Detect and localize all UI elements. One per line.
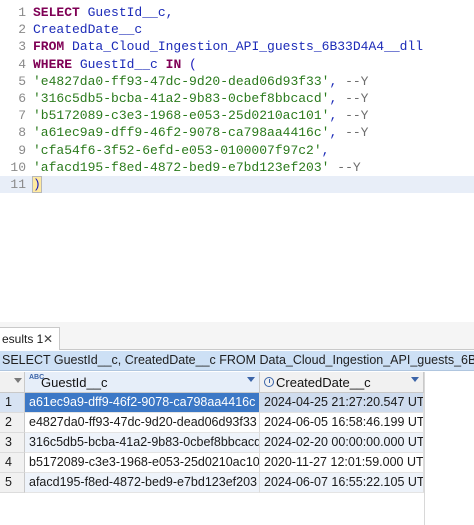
row-number[interactable]: 5 bbox=[0, 473, 25, 493]
code-token: 'b5172089-c3e3-1968-e053-25d0210ac101' bbox=[33, 108, 330, 124]
code-line[interactable]: 7 'b5172089-c3e3-1968-e053-25d0210ac101',… bbox=[0, 107, 474, 124]
code-token: --Y bbox=[345, 108, 369, 124]
line-number: 6 bbox=[18, 91, 26, 106]
code-line[interactable]: 3 FROM Data_Cloud_Ingestion_API_guests_6B… bbox=[0, 38, 474, 55]
code-line[interactable]: 8 'a61ec9a9-dff9-46f2-9078-ca798aa4416c',… bbox=[0, 124, 474, 141]
code-token: CreatedDate__c bbox=[33, 22, 143, 38]
table-row[interactable]: 3 316c5db5-bcba-41a2-9b83-0cbef8bbcacd 202… bbox=[0, 433, 424, 453]
column-header-label: GuestId__c bbox=[41, 375, 108, 390]
close-icon[interactable]: ✕ bbox=[43, 328, 53, 350]
row-number[interactable]: 2 bbox=[0, 413, 25, 433]
code-token: --Y bbox=[337, 159, 361, 175]
results-tabstrip: esults 1 ✕ bbox=[0, 322, 474, 350]
line-number: 9 bbox=[18, 142, 26, 158]
code-line[interactable]: 9 'cfa54f6-3f52-6efd-e053-0100007f97c2', bbox=[0, 142, 474, 159]
code-token: '316c5db5-bcba-41a2-9b83-0cbef8bbcacd' bbox=[33, 91, 330, 106]
results-grid: ABC GuestId__c CreatedDate__c 1 a61ec9a9-… bbox=[0, 372, 474, 525]
cell-createddate[interactable]: 2024-06-05 16:58:46.199 UTC bbox=[260, 413, 424, 433]
line-number: 1 bbox=[18, 5, 26, 20]
cell-createddate[interactable]: 2024-04-25 21:27:20.547 UTC bbox=[260, 393, 424, 413]
code-token: GuestId__c bbox=[79, 56, 166, 72]
code-line[interactable]: 10 'afacd195-f8ed-4872-bed9-e7bd123ef203'… bbox=[0, 159, 474, 176]
column-header-label: CreatedDate__c bbox=[276, 375, 371, 390]
row-number[interactable]: 3 bbox=[0, 433, 25, 453]
code-text[interactable]: WHERE GuestId__c IN ( bbox=[33, 56, 197, 73]
line-number: 3 bbox=[18, 39, 26, 55]
cell-createddate[interactable]: 2024-06-07 16:55:22.105 UTC bbox=[260, 473, 424, 493]
code-line[interactable]: 2 CreatedDate__c bbox=[0, 21, 474, 38]
line-number: 7 bbox=[18, 108, 26, 124]
tab-results-1[interactable]: esults 1 ✕ bbox=[0, 327, 60, 350]
cell-guestid[interactable]: 316c5db5-bcba-41a2-9b83-0cbef8bbcacd bbox=[25, 433, 260, 453]
line-number: 2 bbox=[18, 22, 26, 38]
cell-guestid[interactable]: a61ec9a9-dff9-46f2-9078-ca798aa4416c bbox=[25, 393, 260, 413]
code-text[interactable]: 'e4827da0-ff93-47dc-9d20-dead06d93f33', … bbox=[33, 73, 368, 90]
code-text[interactable]: 'b5172089-c3e3-1968-e053-25d0210ac101', … bbox=[33, 107, 368, 124]
line-number: 11 bbox=[10, 177, 26, 192]
code-line[interactable]: 4 WHERE GuestId__c IN ( bbox=[0, 56, 474, 73]
sql-editor[interactable]: 1 SELECT GuestId__c, 2 CreatedDate__c 3 FROM … bbox=[0, 0, 474, 318]
line-number: 4 bbox=[18, 56, 26, 72]
code-token: 'afacd195-f8ed-4872-bed9-e7bd123ef203' bbox=[33, 159, 330, 175]
cell-guestid[interactable]: afacd195-f8ed-4872-bed9-e7bd123ef203 bbox=[25, 473, 260, 493]
line-number: 10 bbox=[10, 159, 26, 175]
code-line[interactable]: 1 SELECT GuestId__c, bbox=[0, 4, 474, 21]
datetime-type-icon bbox=[264, 377, 274, 387]
code-token: FROM bbox=[33, 39, 73, 55]
code-text[interactable]: 'cfa54f6-3f52-6efd-e053-0100007f97c2', bbox=[33, 142, 329, 159]
code-token: , bbox=[329, 73, 346, 89]
code-text[interactable]: SELECT GuestId__c, bbox=[33, 4, 173, 21]
line-number: 5 bbox=[18, 73, 26, 89]
cell-guestid[interactable]: b5172089-c3e3-1968-e053-25d0210ac101 bbox=[25, 453, 260, 473]
code-token: , bbox=[321, 142, 330, 158]
code-token: , bbox=[165, 5, 174, 20]
code-token: GuestId__c bbox=[87, 5, 166, 20]
code-token: , bbox=[329, 125, 346, 141]
table-row[interactable]: 2 e4827da0-ff93-47dc-9d20-dead06d93f33 202… bbox=[0, 413, 424, 433]
code-text[interactable]: ) bbox=[32, 176, 42, 193]
code-token: 'cfa54f6-3f52-6efd-e053-0100007f97c2' bbox=[33, 142, 322, 158]
code-text[interactable]: CreatedDate__c bbox=[33, 21, 142, 38]
code-text[interactable]: FROM Data_Cloud_Ingestion_API_guests_6B3… bbox=[33, 38, 423, 55]
sort-dropdown-icon[interactable] bbox=[247, 377, 255, 382]
code-text[interactable]: 'afacd195-f8ed-4872-bed9-e7bd123ef203' -… bbox=[33, 159, 361, 176]
column-header-guestid[interactable]: ABC GuestId__c bbox=[25, 372, 260, 393]
code-text[interactable]: 'a61ec9a9-dff9-46f2-9078-ca798aa4416c', … bbox=[33, 124, 368, 141]
code-token: WHERE bbox=[33, 56, 80, 72]
row-number-header[interactable] bbox=[0, 372, 25, 393]
code-token: Data_Cloud_Ingestion_API_guests_6B33D4A4… bbox=[72, 39, 424, 55]
row-number[interactable]: 4 bbox=[0, 453, 25, 473]
code-token: SELECT bbox=[33, 5, 88, 20]
code-token: --Y bbox=[345, 125, 369, 141]
code-token: ( bbox=[189, 56, 197, 72]
row-number[interactable]: 1 bbox=[0, 393, 25, 413]
code-text[interactable]: '316c5db5-bcba-41a2-9b83-0cbef8bbcacd', … bbox=[33, 90, 368, 107]
column-header-createddate[interactable]: CreatedDate__c bbox=[260, 372, 424, 393]
code-token: , bbox=[329, 91, 346, 106]
grid-edge bbox=[424, 372, 425, 525]
code-line[interactable]: 11) bbox=[0, 176, 474, 194]
code-token: --Y bbox=[345, 73, 369, 89]
code-token: 'a61ec9a9-dff9-46f2-9078-ca798aa4416c' bbox=[33, 125, 330, 141]
table-row[interactable]: 4 b5172089-c3e3-1968-e053-25d0210ac101 202… bbox=[0, 453, 424, 473]
table-row[interactable]: 5 afacd195-f8ed-4872-bed9-e7bd123ef203 202… bbox=[0, 473, 424, 493]
cell-createddate[interactable]: 2020-11-27 12:01:59.000 UTC bbox=[260, 453, 424, 473]
cell-guestid[interactable]: e4827da0-ff93-47dc-9d20-dead06d93f33 bbox=[25, 413, 260, 433]
line-number: 8 bbox=[18, 125, 26, 141]
cell-createddate[interactable]: 2024-02-20 00:00:00.000 UTC bbox=[260, 433, 424, 453]
code-token: --Y bbox=[345, 91, 369, 106]
code-token: , bbox=[329, 108, 346, 124]
sort-dropdown-icon[interactable] bbox=[411, 377, 419, 382]
query-text-bar: SELECT GuestId__c, CreatedDate__c FROM D… bbox=[0, 351, 474, 371]
code-line[interactable]: 5 'e4827da0-ff93-47dc-9d20-dead06d93f33',… bbox=[0, 73, 474, 90]
tab-results-1-label: esults 1 bbox=[2, 332, 44, 346]
select-all-icon[interactable] bbox=[14, 378, 22, 383]
code-token: IN bbox=[165, 56, 190, 72]
code-token: 'e4827da0-ff93-47dc-9d20-dead06d93f33' bbox=[33, 73, 330, 89]
results-panel: esults 1 ✕ SELECT GuestId__c, CreatedDat… bbox=[0, 322, 474, 525]
table-row[interactable]: 1 a61ec9a9-dff9-46f2-9078-ca798aa4416c 202… bbox=[0, 393, 424, 413]
code-line[interactable]: 6 '316c5db5-bcba-41a2-9b83-0cbef8bbcacd',… bbox=[0, 90, 474, 107]
code-token: ) bbox=[32, 176, 42, 193]
